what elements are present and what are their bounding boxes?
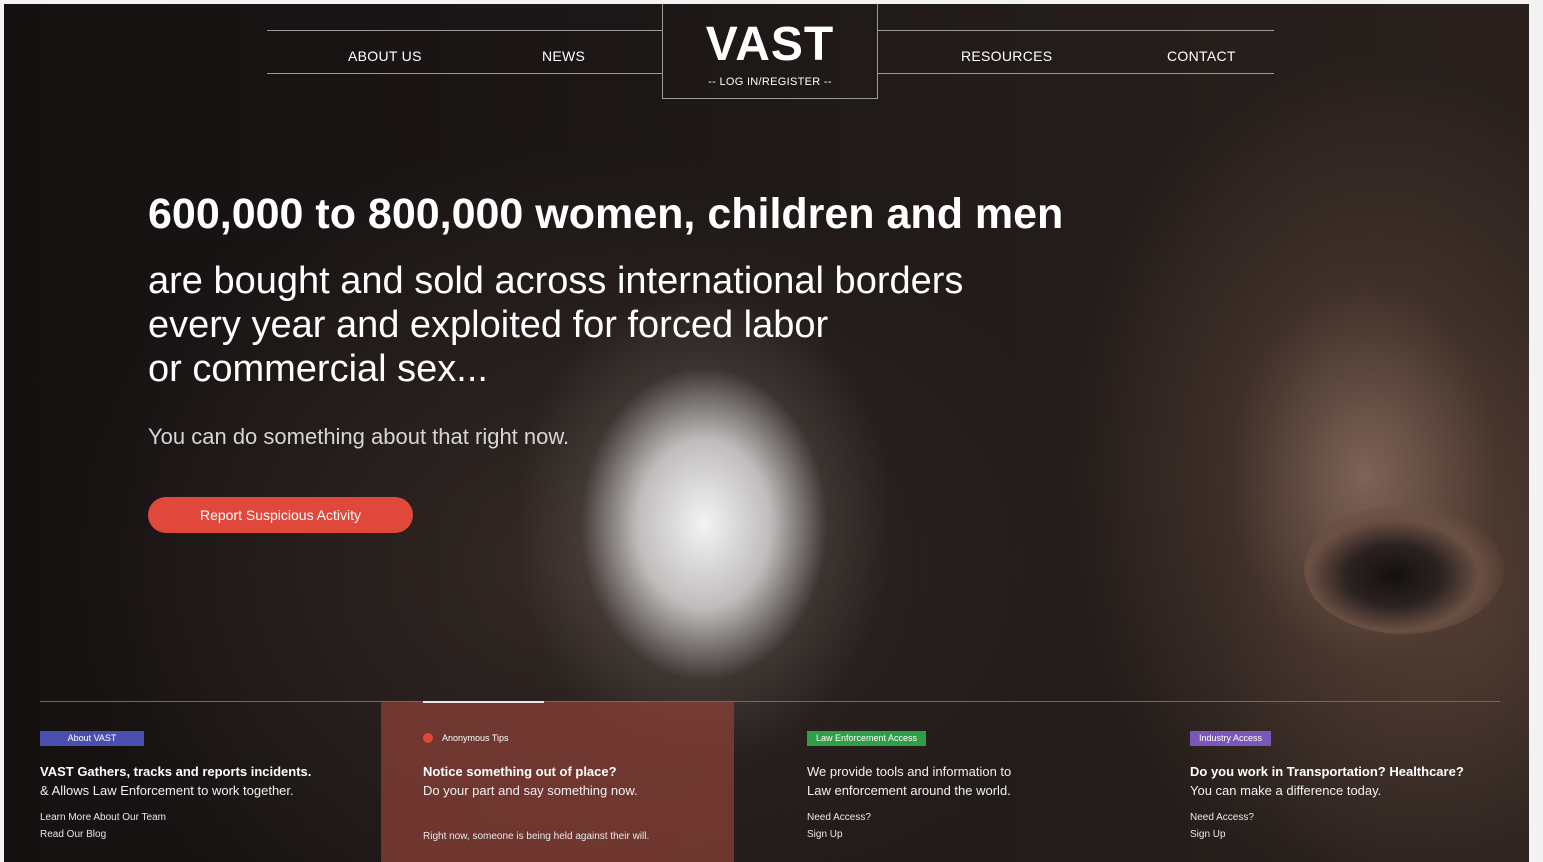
logo-box: VAST -- LOG IN/REGISTER -- [662,4,878,99]
hero-background: ABOUT US NEWS RESOURCES CONTACT VAST -- … [4,4,1529,862]
nav-bottom-line [267,73,662,74]
card-text: You can make a difference today. [1190,783,1382,798]
card-anonymous-tips[interactable]: Anonymous Tips Notice something out of p… [381,702,734,862]
card-title: VAST Gathers, tracks and reports inciden… [40,764,312,779]
nav-resources[interactable]: RESOURCES [961,48,1052,64]
report-suspicious-activity-button[interactable]: Report Suspicious Activity [148,497,413,533]
tag-anonymous-tips: Anonymous Tips [442,733,509,743]
nav-about-us[interactable]: ABOUT US [348,48,422,64]
nav-top-line [878,30,1274,31]
tag-industry-access: Industry Access [1190,731,1272,746]
learn-more-team-link[interactable]: Learn More About Our Team [40,812,166,823]
read-blog-link[interactable]: Read Our Blog [40,829,106,840]
active-card-indicator [423,701,544,703]
card-title: Notice something out of place? [423,764,617,779]
login-register-link[interactable]: -- LOG IN/REGISTER -- [663,76,877,88]
nav-top-line [267,30,662,31]
tag-law-enforcement: Law Enforcement Access [807,731,927,746]
hero-subline: or commercial sex... [148,348,488,390]
card-industry-access: Industry Access Do you work in Transport… [1190,702,1510,862]
nav-bottom-line [878,73,1274,74]
hero-subline: every year and exploited for forced labo… [148,304,829,346]
sign-up-link[interactable]: Sign Up [1190,829,1226,840]
tag-about-vast: About VAST [40,731,144,746]
hero-tagline: You can do something about that right no… [148,424,570,449]
hero-headline: 600,000 to 800,000 women, children and m… [148,190,1064,238]
background-eye-image [1304,504,1504,634]
nav-news[interactable]: NEWS [542,48,585,64]
card-text: & Allows Law Enforcement to work togethe… [40,783,294,798]
need-access-link[interactable]: Need Access? [807,812,871,823]
need-access-link[interactable]: Need Access? [1190,812,1254,823]
card-title: Do you work in Transportation? Healthcar… [1190,764,1464,779]
card-about-vast: About VAST VAST Gathers, tracks and repo… [40,702,381,862]
hero-subline: are bought and sold across international… [148,260,964,302]
nav-contact[interactable]: CONTACT [1167,48,1236,64]
card-footer-text: Right now, someone is being held against… [423,831,650,842]
hero-subheadline: are bought and sold across international… [148,259,1048,391]
red-dot-icon [423,733,433,743]
card-text: We provide tools and information to [807,764,1012,779]
card-law-enforcement: Law Enforcement Access We provide tools … [807,702,1147,862]
sign-up-link[interactable]: Sign Up [807,829,843,840]
card-text: Do your part and say something now. [423,783,638,798]
card-text: Law enforcement around the world. [807,783,1011,798]
site-logo[interactable]: VAST [663,18,877,72]
